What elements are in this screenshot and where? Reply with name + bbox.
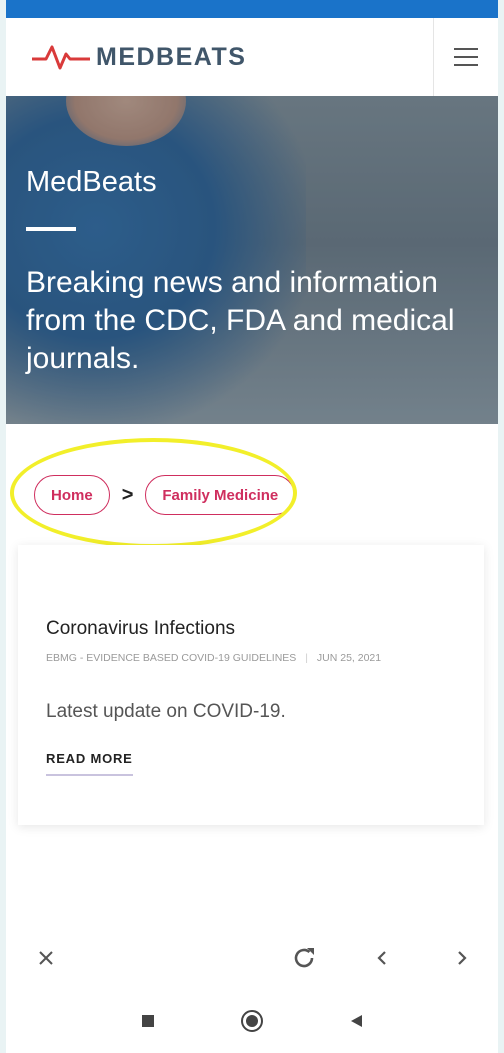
breadcrumb-home[interactable]: Home (34, 475, 110, 515)
breadcrumb-family-medicine[interactable]: Family Medicine (145, 475, 296, 515)
hero-divider (26, 227, 76, 231)
breadcrumb: Home > Family Medicine (34, 475, 296, 515)
article-summary: Latest update on COVID-19. (46, 701, 286, 722)
hero-subtitle: Breaking news and information from the C… (26, 266, 455, 375)
read-more-link[interactable]: READ MORE (46, 751, 133, 776)
forward-button[interactable] (446, 942, 478, 974)
recents-button[interactable] (140, 1013, 156, 1034)
menu-button[interactable] (433, 18, 498, 96)
status-bar (6, 0, 498, 18)
back-button[interactable] (366, 942, 398, 974)
article-date: JUN 25, 2021 (316, 652, 382, 664)
article-source: EBMG - EVIDENCE BASED COVID-19 GUIDELINE… (46, 652, 297, 664)
heartbeat-logo-icon (32, 45, 90, 70)
back-arrow-icon (377, 951, 386, 965)
hero-banner: MedBeats Breaking news and information f… (6, 96, 498, 424)
home-button[interactable] (240, 1009, 264, 1038)
recents-icon (142, 1014, 154, 1027)
forward-arrow-icon (458, 951, 467, 965)
system-back-button[interactable] (348, 1013, 364, 1034)
hero-title: MedBeats (26, 166, 157, 198)
article-meta: EBMG - EVIDENCE BASED COVID-19 GUIDELINE… (46, 652, 381, 664)
chevron-right-icon: > (121, 483, 134, 506)
article-title[interactable]: Coronavirus Infections (46, 618, 235, 640)
app-frame: MEDBEATS MedBeats Breaking news and info… (6, 0, 498, 1053)
home-icon (241, 1009, 263, 1032)
close-button[interactable] (30, 942, 62, 974)
logo-text: MEDBEATS (96, 42, 247, 71)
meta-separator: | (305, 652, 308, 664)
browser-toolbar (6, 930, 498, 986)
hamburger-icon (454, 48, 478, 66)
reload-icon (294, 948, 314, 968)
site-header: MEDBEATS (6, 18, 498, 96)
system-nav-bar (6, 993, 498, 1053)
article-card: Coronavirus Infections EBMG - EVIDENCE B… (18, 545, 484, 825)
reload-button[interactable] (288, 942, 320, 974)
back-icon (351, 1014, 362, 1027)
logo[interactable]: MEDBEATS (32, 43, 246, 72)
close-icon (39, 951, 53, 965)
